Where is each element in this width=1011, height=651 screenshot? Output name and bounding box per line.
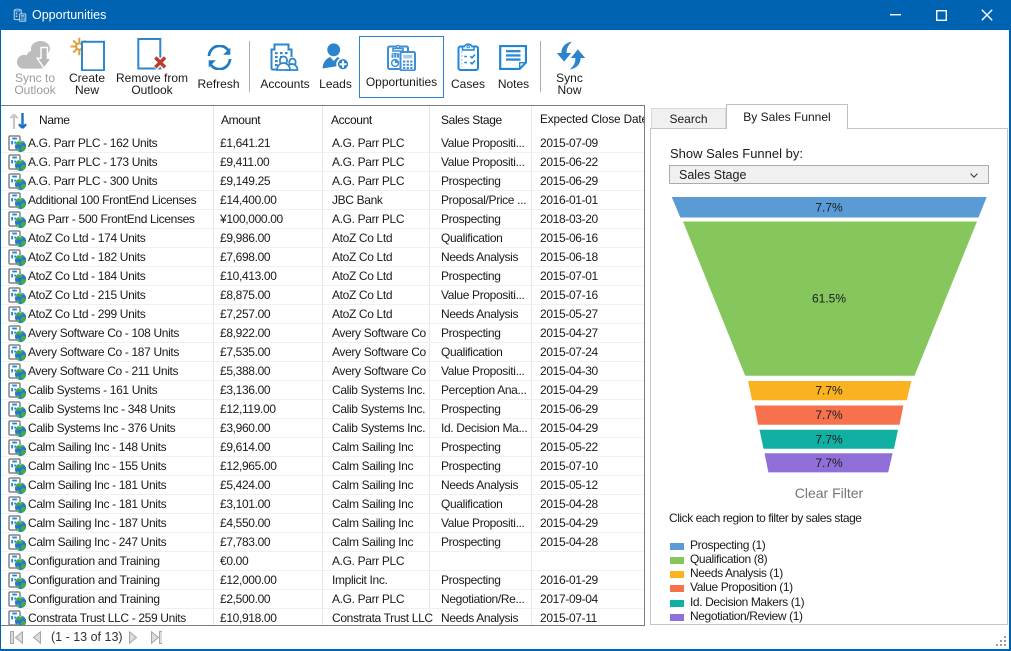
svg-text:7.7%: 7.7% <box>815 456 843 470</box>
svg-text:7.7%: 7.7% <box>815 408 843 422</box>
svg-text:61.5%: 61.5% <box>812 292 846 306</box>
svg-text:7.7%: 7.7% <box>815 201 843 215</box>
svg-text:7.7%: 7.7% <box>815 384 843 398</box>
svg-text:7.7%: 7.7% <box>815 432 843 446</box>
